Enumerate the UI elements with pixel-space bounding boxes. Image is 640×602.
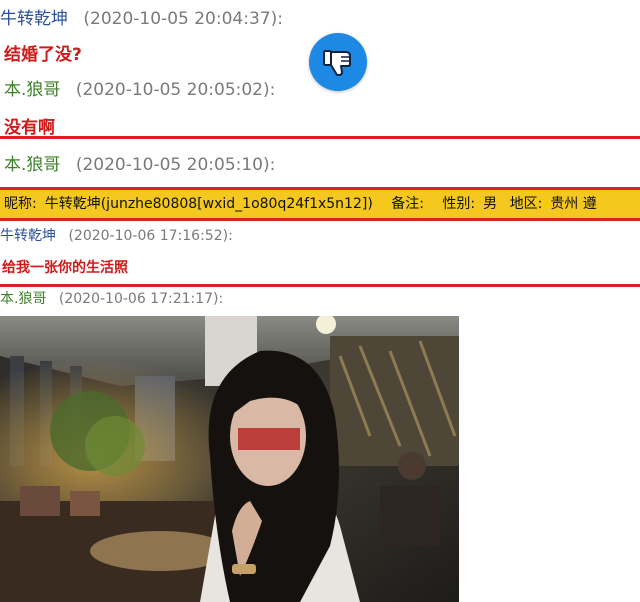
message-text: 结婚了没?	[4, 45, 82, 65]
timestamp: (2020-10-05 20:04:37):	[83, 9, 283, 29]
message-text: 给我一张你的生活照	[2, 260, 128, 276]
region-label: 地区:	[509, 196, 543, 212]
shared-photo[interactable]	[0, 316, 459, 602]
timestamp: (2020-10-06 17:16:52):	[68, 228, 233, 244]
message-header: 牛转乾坤 (2020-10-06 17:16:52):	[0, 225, 233, 245]
region-value: 贵州 遵	[550, 196, 597, 212]
photo-image	[0, 316, 459, 602]
message-text: 没有啊	[4, 118, 55, 138]
timestamp: (2020-10-05 20:05:02):	[75, 80, 276, 100]
message-header: 本.狼哥 (2020-10-05 20:05:02):	[4, 75, 275, 100]
timestamp: (2020-10-05 20:05:10):	[75, 155, 276, 175]
note-label: 备注:	[391, 196, 424, 212]
contact-info-bar: 昵称: 牛转乾坤(junzhe80808[wxid_1o80q24f1x5n12]…	[0, 187, 640, 221]
sender-name[interactable]: 牛转乾坤	[0, 228, 56, 244]
gender-value: 男	[483, 196, 498, 212]
thumbs-down-icon	[323, 50, 351, 76]
message-header: 本.狼哥 (2020-10-05 20:05:10):	[4, 150, 275, 175]
thumbs-down-button[interactable]	[309, 33, 367, 91]
nickname-value[interactable]: 牛转乾坤(junzhe80808[wxid_1o80q24f1x5n12])	[45, 196, 373, 212]
message-header: 本.狼哥 (2020-10-06 17:21:17):	[0, 288, 223, 308]
timestamp: (2020-10-06 17:21:17):	[58, 291, 224, 307]
highlight-divider	[0, 136, 640, 139]
sender-name[interactable]: 本.狼哥	[4, 155, 60, 175]
gender-label: 性别:	[442, 196, 476, 212]
sender-name[interactable]: 本.狼哥	[4, 80, 60, 100]
nickname-label: 昵称:	[4, 196, 37, 212]
highlight-divider	[0, 284, 640, 287]
sender-name[interactable]: 本.狼哥	[0, 291, 46, 307]
sender-name[interactable]: 牛转乾坤	[0, 9, 68, 29]
message-header: 牛转乾坤 (2020-10-05 20:04:37):	[0, 4, 283, 29]
